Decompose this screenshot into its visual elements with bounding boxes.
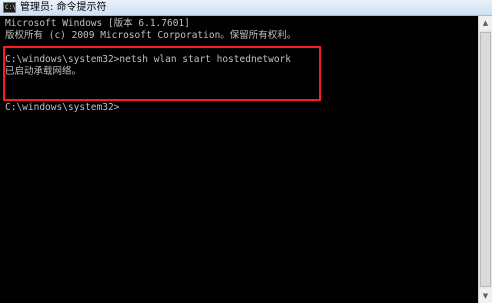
scroll-thumb[interactable]: [480, 32, 491, 287]
cmd-window: C:\ 管理员: 命令提示符 Microsoft Windows [版本 6.1…: [0, 0, 492, 303]
window-title: 管理员: 命令提示符: [20, 2, 107, 13]
highlight-box: [3, 46, 321, 101]
scroll-up-icon[interactable]: ▲: [479, 16, 492, 30]
vertical-scrollbar[interactable]: ▲ ▼: [478, 16, 492, 303]
title-bar[interactable]: C:\ 管理员: 命令提示符: [0, 0, 492, 16]
cmd-icon: C:\: [3, 2, 16, 13]
console-line: 版权所有 (c) 2009 Microsoft Corporation。保留所有…: [5, 30, 297, 41]
scroll-down-icon[interactable]: ▼: [479, 289, 492, 303]
console-line: Microsoft Windows [版本 6.1.7601]: [5, 18, 190, 29]
console-prompt: C:\windows\system32>: [5, 102, 120, 113]
